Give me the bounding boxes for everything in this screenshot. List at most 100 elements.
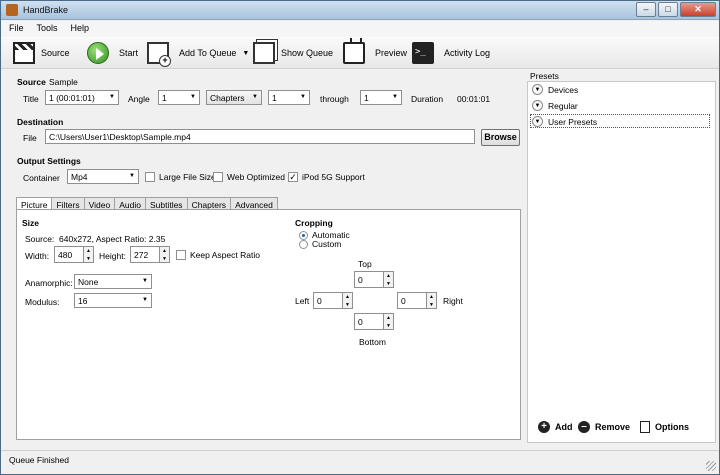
preset-group-user-presets[interactable]: ▼ User Presets bbox=[532, 116, 597, 127]
preset-options-button[interactable]: Options bbox=[640, 421, 689, 433]
crop-top-spinner[interactable]: 0 ▲ ▼ bbox=[354, 271, 394, 288]
duration-value: 00:01:01 bbox=[457, 94, 491, 104]
handbrake-app-icon bbox=[6, 4, 18, 16]
crop-custom-radio[interactable]: Custom bbox=[299, 239, 341, 249]
crop-bottom-spinner[interactable]: 0 ▲ ▼ bbox=[354, 313, 394, 330]
ipod-support-box[interactable]: ✓ bbox=[288, 172, 298, 182]
large-file-label: Large File Size bbox=[159, 172, 216, 182]
preset-group-regular[interactable]: ▼ Regular bbox=[532, 100, 578, 111]
output-settings-label: Output Settings bbox=[17, 156, 81, 166]
expand-chevron-icon[interactable]: ▼ bbox=[532, 84, 543, 95]
picture-source-label: Source: bbox=[25, 234, 55, 244]
keep-aspect-box[interactable] bbox=[176, 250, 186, 260]
spinner-arrows-icon[interactable]: ▲ ▼ bbox=[427, 292, 437, 309]
browse-button[interactable]: Browse bbox=[481, 129, 520, 146]
width-label: Width: bbox=[25, 251, 50, 261]
add-to-queue-label: Add To Queue bbox=[179, 48, 237, 58]
crop-right-label: Right bbox=[443, 296, 463, 306]
duration-label: Duration bbox=[411, 94, 444, 104]
preview-button[interactable]: Preview bbox=[343, 38, 408, 64]
container-select[interactable]: Mp4 bbox=[67, 169, 139, 184]
range-mode-select[interactable]: Chapters bbox=[206, 90, 262, 105]
modulus-select[interactable]: 16 bbox=[74, 293, 152, 308]
keep-aspect-checkbox[interactable]: Keep Aspect Ratio bbox=[176, 250, 260, 260]
handbrake-window: HandBrake – □ ✕ File Tools Help Source S… bbox=[0, 0, 720, 475]
add-preset-button[interactable]: + Add bbox=[538, 421, 573, 433]
spinner-arrows-icon[interactable]: ▲ ▼ bbox=[84, 246, 94, 263]
ipod-support-label: iPod 5G Support bbox=[302, 172, 365, 182]
play-icon bbox=[87, 42, 109, 64]
start-button-label: Start bbox=[119, 48, 139, 58]
toolbar: Source Start Add To Queue ▼ Show Queue P… bbox=[1, 37, 719, 69]
spinner-arrows-icon[interactable]: ▲ ▼ bbox=[384, 271, 394, 288]
source-button-label: Source bbox=[41, 48, 70, 58]
height-value[interactable]: 272 bbox=[130, 246, 160, 263]
title-label: Title bbox=[23, 94, 39, 104]
spinner-arrows-icon[interactable]: ▲ ▼ bbox=[384, 313, 394, 330]
presets-label: Presets bbox=[530, 71, 559, 81]
menu-file[interactable]: File bbox=[1, 21, 29, 37]
title-bar[interactable]: HandBrake – □ ✕ bbox=[1, 1, 719, 20]
title-select[interactable]: 1 (00:01:01) bbox=[45, 90, 119, 105]
show-queue-button[interactable]: Show Queue bbox=[253, 42, 333, 64]
menu-tools[interactable]: Tools bbox=[29, 21, 63, 37]
crop-bottom-label: Bottom bbox=[359, 337, 386, 347]
destination-section-label: Destination bbox=[17, 117, 64, 127]
menu-bar: File Tools Help bbox=[1, 21, 719, 37]
clapperboard-icon bbox=[13, 42, 35, 64]
file-label: File bbox=[23, 133, 37, 143]
remove-preset-button[interactable]: – Remove bbox=[578, 421, 630, 433]
width-value[interactable]: 480 bbox=[54, 246, 84, 263]
preset-regular-label: Regular bbox=[548, 100, 578, 111]
spinner-arrows-icon[interactable]: ▲ ▼ bbox=[160, 246, 170, 263]
height-label: Height: bbox=[99, 251, 126, 261]
crop-top-value[interactable]: 0 bbox=[354, 271, 384, 288]
range-end-select[interactable]: 1 bbox=[360, 90, 402, 105]
angle-select[interactable]: 1 bbox=[158, 90, 200, 105]
crop-left-spinner[interactable]: 0 ▲ ▼ bbox=[313, 292, 353, 309]
minimize-button[interactable]: – bbox=[636, 2, 656, 17]
crop-left-value[interactable]: 0 bbox=[313, 292, 343, 309]
width-spinner[interactable]: 480 ▲ ▼ bbox=[54, 246, 94, 263]
status-bar: Queue Finished bbox=[1, 450, 719, 474]
spinner-arrows-icon[interactable]: ▲ ▼ bbox=[343, 292, 353, 309]
web-optimized-box[interactable] bbox=[213, 172, 223, 182]
close-button[interactable]: ✕ bbox=[680, 2, 716, 17]
modulus-label: Modulus: bbox=[25, 297, 60, 307]
crop-right-spinner[interactable]: 0 ▲ ▼ bbox=[397, 292, 437, 309]
preset-group-devices[interactable]: ▼ Devices bbox=[532, 84, 578, 95]
file-path-input[interactable]: C:\Users\User1\Desktop\Sample.mp4 bbox=[45, 129, 475, 144]
anamorphic-select[interactable]: None bbox=[74, 274, 152, 289]
status-text: Queue Finished bbox=[9, 455, 70, 465]
range-start-select[interactable]: 1 bbox=[268, 90, 310, 105]
activity-log-button[interactable]: >_ Activity Log bbox=[412, 42, 490, 64]
preview-label: Preview bbox=[375, 48, 408, 58]
preset-devices-label: Devices bbox=[548, 84, 579, 95]
size-section-label: Size bbox=[22, 218, 40, 228]
height-spinner[interactable]: 272 ▲ ▼ bbox=[130, 246, 170, 263]
web-optimized-checkbox[interactable]: Web Optimized bbox=[213, 172, 285, 182]
container-label: Container bbox=[23, 173, 60, 183]
start-button[interactable]: Start bbox=[87, 42, 138, 64]
custom-radio-dot[interactable] bbox=[299, 239, 308, 249]
menu-help[interactable]: Help bbox=[63, 21, 95, 37]
expand-chevron-icon[interactable]: ▼ bbox=[532, 100, 543, 111]
large-file-box[interactable] bbox=[145, 172, 155, 182]
plus-icon: + bbox=[538, 421, 550, 433]
web-optimized-label: Web Optimized bbox=[227, 172, 285, 182]
source-button[interactable]: Source bbox=[13, 42, 70, 64]
crop-left-label: Left bbox=[295, 296, 310, 306]
maximize-button[interactable]: □ bbox=[658, 2, 678, 17]
add-to-queue-button[interactable]: Add To Queue ▼ bbox=[147, 42, 249, 67]
ipod-support-checkbox[interactable]: ✓ iPod 5G Support bbox=[288, 172, 365, 182]
dropdown-caret-icon[interactable]: ▼ bbox=[242, 50, 249, 57]
expand-chevron-icon[interactable]: ▼ bbox=[532, 116, 543, 127]
crop-right-value[interactable]: 0 bbox=[397, 292, 427, 309]
custom-label: Custom bbox=[312, 239, 342, 249]
resize-grip-icon[interactable] bbox=[706, 461, 716, 471]
minus-icon: – bbox=[578, 421, 590, 433]
crop-bottom-value[interactable]: 0 bbox=[354, 313, 384, 330]
picture-source-value: 640x272, Aspect Ratio: 2.35 bbox=[59, 234, 166, 244]
source-name: Sample bbox=[49, 77, 78, 87]
large-file-size-checkbox[interactable]: Large File Size bbox=[145, 172, 216, 182]
